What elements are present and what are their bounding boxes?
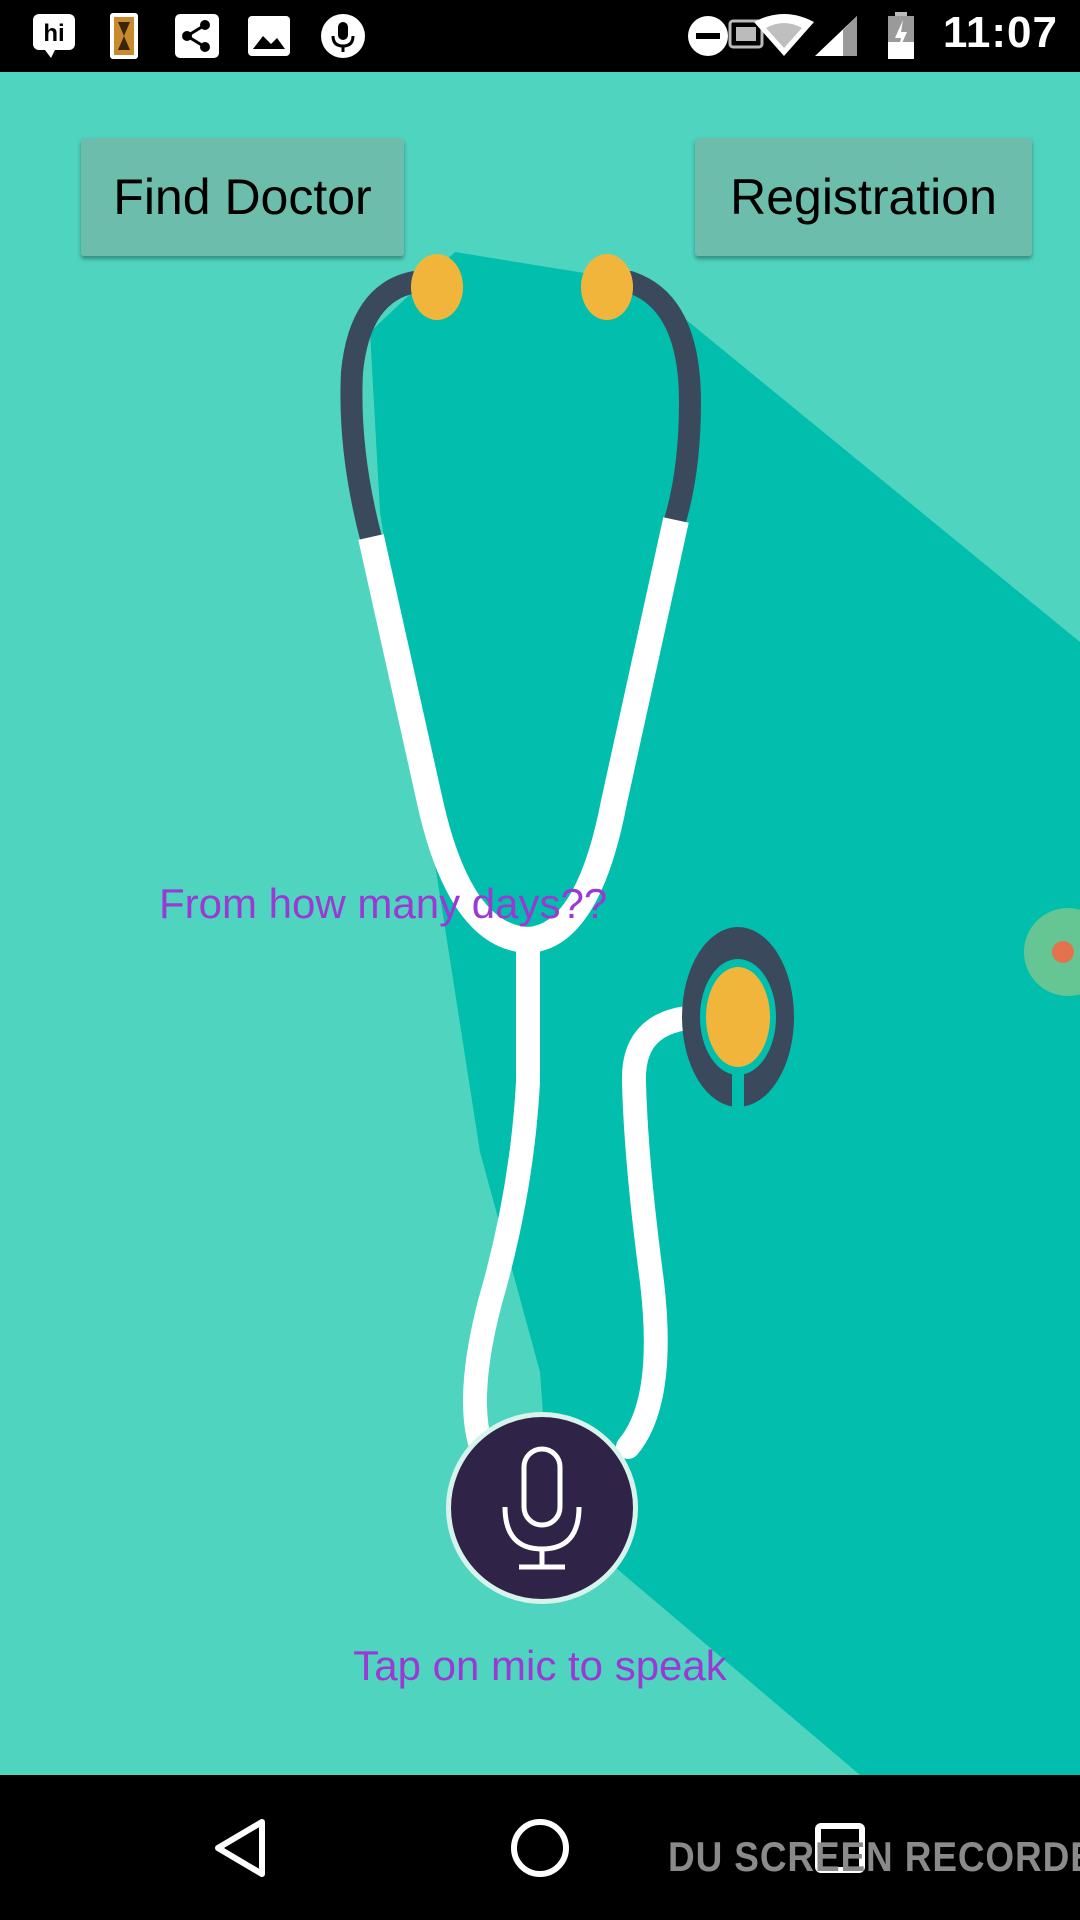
do-not-disturb-icon: [686, 12, 730, 60]
recorder-watermark: DU SCREEN RECORDER: [668, 1833, 1080, 1880]
left-earpiece: [411, 254, 463, 320]
question-prompt: From how many days??: [159, 880, 608, 927]
mic-hint: Tap on mic to speak: [353, 1642, 727, 1689]
right-earpiece: [581, 254, 633, 320]
registration-button[interactable]: Registration: [695, 138, 1032, 256]
hourglass-app-icon: [106, 12, 142, 60]
navigation-bar: DU SCREEN RECORDER: [0, 1775, 1080, 1920]
signal-icon: [812, 12, 860, 60]
gallery-icon: [246, 12, 292, 60]
svg-text:hi: hi: [43, 20, 64, 47]
app-screen: Find Doctor Registration From how many d…: [0, 72, 1080, 1775]
find-doctor-button[interactable]: Find Doctor: [81, 138, 404, 256]
mic-button[interactable]: [446, 1412, 638, 1604]
share-icon: [174, 12, 220, 60]
clock: 11:07: [942, 8, 1058, 57]
mic-recording-icon: [318, 12, 368, 60]
battery-charging-icon: [886, 12, 916, 60]
microphone-icon: [502, 1446, 582, 1570]
home-circle-icon[interactable]: [500, 1813, 580, 1883]
hi-messenger-icon: hi: [30, 12, 78, 60]
status-bar: hi 11:07: [0, 0, 1080, 72]
chest-piece-diaphragm: [706, 967, 770, 1067]
wifi-icon: [752, 12, 816, 60]
back-triangle-icon[interactable]: [200, 1813, 280, 1883]
